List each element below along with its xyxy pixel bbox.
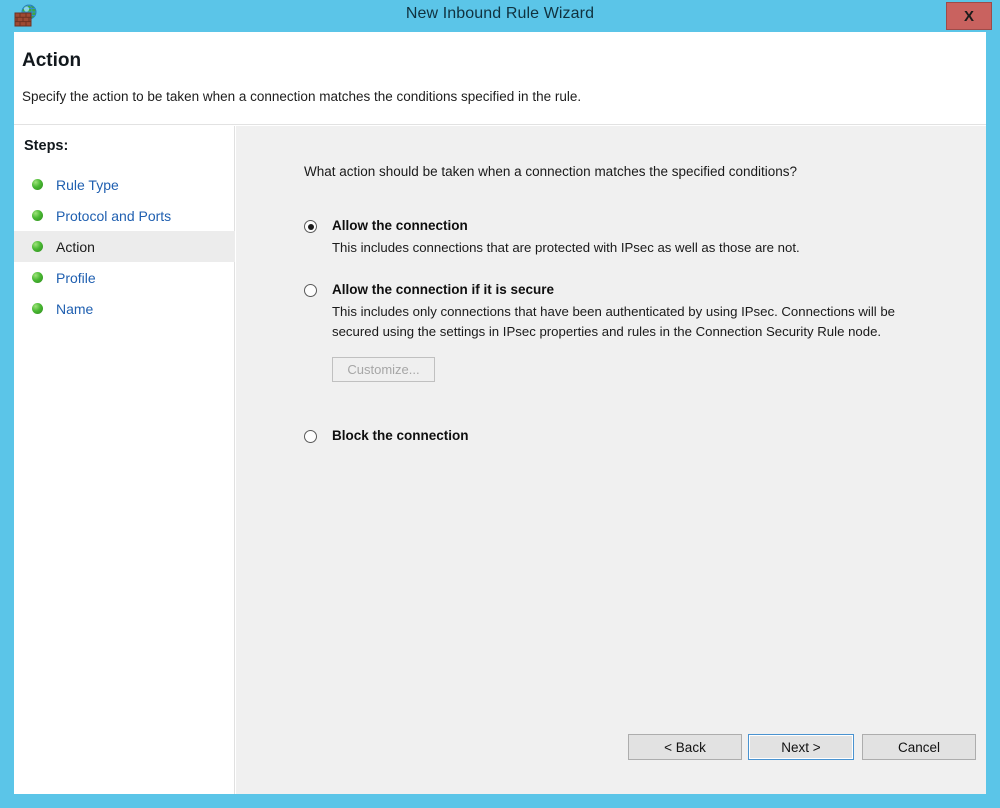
steps-list: Rule Type Protocol and Ports Action Prof… xyxy=(14,169,235,324)
option-allow-header[interactable]: Allow the connection xyxy=(304,218,944,233)
dialog-body: Action Specify the action to be taken wh… xyxy=(14,32,986,794)
step-bullet-icon xyxy=(32,303,43,314)
radio-block-the-connection[interactable] xyxy=(304,430,317,443)
customize-button: Customize... xyxy=(332,357,435,382)
option-allow-if-secure: Allow the connection if it is secure Thi… xyxy=(304,282,944,382)
option-description: This includes connections that are prote… xyxy=(332,240,800,255)
sidebar-item-action[interactable]: Action xyxy=(14,231,235,262)
button-bar: < Back Next > Cancel xyxy=(236,726,986,794)
sidebar-item-protocol-and-ports[interactable]: Protocol and Ports xyxy=(14,200,235,231)
window-title: New Inbound Rule Wizard xyxy=(405,5,595,22)
step-bullet-icon xyxy=(32,210,43,221)
option-block-the-connection: Block the connection xyxy=(304,428,944,443)
sidebar-item-label: Protocol and Ports xyxy=(56,207,172,224)
option-description: This includes only connections that have… xyxy=(332,304,896,339)
back-button[interactable]: < Back xyxy=(628,734,742,760)
close-icon[interactable]: X xyxy=(946,2,992,30)
step-bullet-icon xyxy=(32,179,43,190)
sidebar-item-label: Profile xyxy=(56,269,96,286)
option-block-header[interactable]: Block the connection xyxy=(304,428,944,443)
step-bullet-icon xyxy=(32,241,43,252)
steps-heading: Steps: xyxy=(24,138,69,154)
title-bar: New Inbound Rule Wizard X xyxy=(0,0,1000,32)
cancel-button[interactable]: Cancel xyxy=(862,734,976,760)
sidebar-item-rule-type[interactable]: Rule Type xyxy=(14,169,235,200)
content-pane: What action should be taken when a conne… xyxy=(236,126,986,794)
next-button[interactable]: Next > xyxy=(748,734,854,760)
radio-allow-the-connection[interactable] xyxy=(304,220,317,233)
option-allow-the-connection: Allow the connection This includes conne… xyxy=(304,218,944,258)
option-title: Allow the connection xyxy=(332,218,468,233)
sidebar-item-profile[interactable]: Profile xyxy=(14,262,235,293)
option-allow-secure-header[interactable]: Allow the connection if it is secure xyxy=(304,282,944,297)
page-header: Action Specify the action to be taken wh… xyxy=(14,32,986,125)
page-subtitle: Specify the action to be taken when a co… xyxy=(22,89,582,104)
sidebar-item-label: Rule Type xyxy=(56,176,119,193)
option-title: Block the connection xyxy=(332,428,469,443)
sidebar-item-name[interactable]: Name xyxy=(14,293,235,324)
option-title: Allow the connection if it is secure xyxy=(332,282,555,297)
action-question: What action should be taken when a conne… xyxy=(304,164,798,179)
radio-allow-the-connection-if-it-is-secure[interactable] xyxy=(304,284,317,297)
page-title: Action xyxy=(22,50,82,71)
steps-sidebar: Steps: Rule Type Protocol and Ports Acti… xyxy=(14,126,235,794)
sidebar-item-label: Name xyxy=(56,300,94,317)
step-bullet-icon xyxy=(32,272,43,283)
panes: Steps: Rule Type Protocol and Ports Acti… xyxy=(14,126,986,794)
wizard-window: New Inbound Rule Wizard X Action Specify… xyxy=(0,0,1000,808)
sidebar-item-label: Action xyxy=(56,238,95,255)
